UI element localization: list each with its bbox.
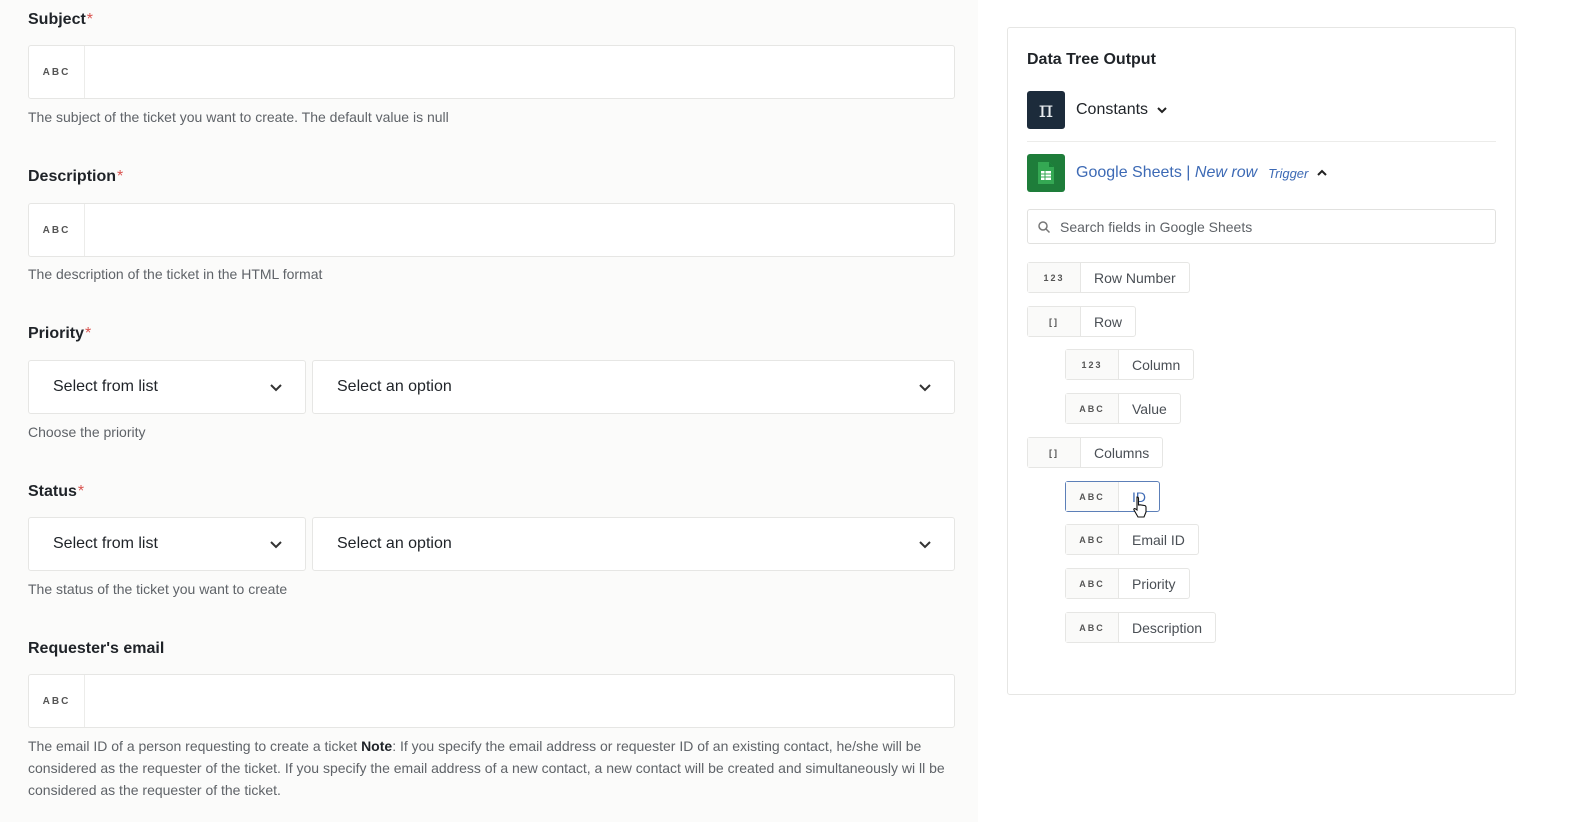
pi-icon: π bbox=[1027, 91, 1065, 129]
array-type-chip: [] bbox=[1028, 307, 1081, 336]
text-type-chip: ABC bbox=[1066, 569, 1119, 598]
priority-mode-select[interactable]: Select from list bbox=[28, 360, 306, 414]
field-row-number[interactable]: 123 Row Number bbox=[1027, 262, 1190, 293]
array-type-chip: [] bbox=[1028, 438, 1081, 467]
status-mode-select[interactable]: Select from list bbox=[28, 517, 306, 571]
data-tree-panel: Data Tree Output π Constants Google Shee… bbox=[1007, 27, 1516, 695]
description-help: The description of the ticket in the HTM… bbox=[28, 266, 323, 282]
requester-email-label: Requester's email bbox=[28, 640, 165, 657]
event-name: New row bbox=[1194, 164, 1258, 181]
status-help: The status of the ticket you want to cre… bbox=[28, 581, 288, 597]
field-label: Row bbox=[1094, 313, 1123, 330]
number-type-chip: 123 bbox=[1028, 263, 1081, 292]
description-label: Description* bbox=[28, 168, 123, 186]
description-label-text: Description bbox=[28, 168, 117, 185]
chevron-up-icon[interactable] bbox=[1316, 167, 1328, 179]
google-sheets-name: Google Sheets | New row bbox=[1076, 164, 1257, 182]
required-mark: * bbox=[77, 483, 85, 500]
priority-option-select[interactable]: Select an option bbox=[312, 360, 955, 414]
status-option-select[interactable]: Select an option bbox=[312, 517, 955, 571]
app-name-text: Google Sheets | bbox=[1076, 164, 1195, 181]
field-column[interactable]: 123 Column bbox=[1065, 349, 1195, 380]
subject-label-text: Subject bbox=[28, 11, 86, 28]
subject-label: Subject* bbox=[28, 11, 93, 29]
field-row[interactable]: [] Row bbox=[1027, 306, 1137, 337]
field-label: Column bbox=[1132, 356, 1181, 373]
mouse-pointer-icon bbox=[1133, 496, 1147, 518]
priority-option-value: Select an option bbox=[337, 378, 452, 395]
status-mode-value: Select from list bbox=[53, 535, 158, 552]
requester-email-input[interactable]: ABC bbox=[28, 674, 955, 728]
chevron-down-icon[interactable] bbox=[1156, 104, 1168, 116]
number-type-chip: 123 bbox=[1066, 350, 1119, 379]
sheet-glyph bbox=[1038, 162, 1054, 184]
divider bbox=[1027, 141, 1496, 142]
field-columns[interactable]: [] Columns bbox=[1027, 437, 1164, 468]
subject-input[interactable]: ABC bbox=[28, 45, 955, 99]
chevron-down-icon bbox=[270, 384, 282, 392]
priority-label: Priority* bbox=[28, 325, 91, 343]
field-description[interactable]: ABC Description bbox=[1065, 612, 1217, 643]
description-input[interactable]: ABC bbox=[28, 203, 955, 257]
field-email-id[interactable]: ABC Email ID bbox=[1065, 524, 1199, 555]
chevron-down-icon bbox=[919, 541, 931, 549]
field-priority[interactable]: ABC Priority bbox=[1065, 568, 1190, 599]
data-tree-title: Data Tree Output bbox=[1027, 51, 1156, 68]
field-label: Value bbox=[1132, 400, 1167, 417]
ticket-form: Subject* ABC The subject of the ticket y… bbox=[0, 0, 978, 822]
status-option-value: Select an option bbox=[337, 535, 452, 552]
required-mark: * bbox=[85, 325, 92, 342]
required-mark: * bbox=[86, 11, 94, 28]
field-value[interactable]: ABC Value bbox=[1065, 393, 1181, 424]
text-type-chip: ABC bbox=[29, 46, 85, 98]
google-sheets-icon bbox=[1027, 154, 1065, 192]
search-icon bbox=[1038, 220, 1051, 233]
search-fields-input[interactable]: Search fields in Google Sheets bbox=[1027, 209, 1496, 244]
help-text: The email ID of a person requesting to c… bbox=[28, 738, 362, 754]
priority-help: Choose the priority bbox=[28, 424, 146, 440]
help-note: Note bbox=[361, 738, 393, 754]
text-type-chip: ABC bbox=[1066, 613, 1119, 642]
chevron-down-icon bbox=[919, 384, 931, 392]
chevron-down-icon bbox=[270, 541, 282, 549]
status-label: Status* bbox=[28, 483, 84, 501]
search-placeholder: Search fields in Google Sheets bbox=[1060, 218, 1253, 235]
field-label: Columns bbox=[1094, 444, 1150, 461]
subject-help: The subject of the ticket you want to cr… bbox=[28, 109, 449, 125]
field-label: Email ID bbox=[1132, 531, 1185, 548]
field-label: Priority bbox=[1132, 575, 1176, 592]
text-type-chip: ABC bbox=[1066, 525, 1119, 554]
google-sheets-row[interactable]: Google Sheets | New row Trigger bbox=[1027, 154, 1328, 192]
text-type-chip: ABC bbox=[29, 675, 85, 727]
status-label-text: Status bbox=[28, 483, 77, 500]
field-label: Row Number bbox=[1094, 269, 1176, 286]
priority-mode-value: Select from list bbox=[53, 378, 158, 395]
constants-name: Constants bbox=[1076, 101, 1149, 118]
text-type-chip: ABC bbox=[1066, 394, 1119, 423]
constants-row[interactable]: π Constants bbox=[1027, 91, 1168, 129]
text-type-chip: ABC bbox=[1066, 482, 1119, 511]
text-type-chip: ABC bbox=[29, 204, 85, 256]
trigger-badge: Trigger bbox=[1268, 165, 1309, 181]
field-label: Description bbox=[1132, 619, 1203, 636]
priority-label-text: Priority bbox=[28, 325, 85, 342]
requester-email-help: The email ID of a person requesting to c… bbox=[28, 735, 958, 801]
required-mark: * bbox=[117, 168, 124, 185]
